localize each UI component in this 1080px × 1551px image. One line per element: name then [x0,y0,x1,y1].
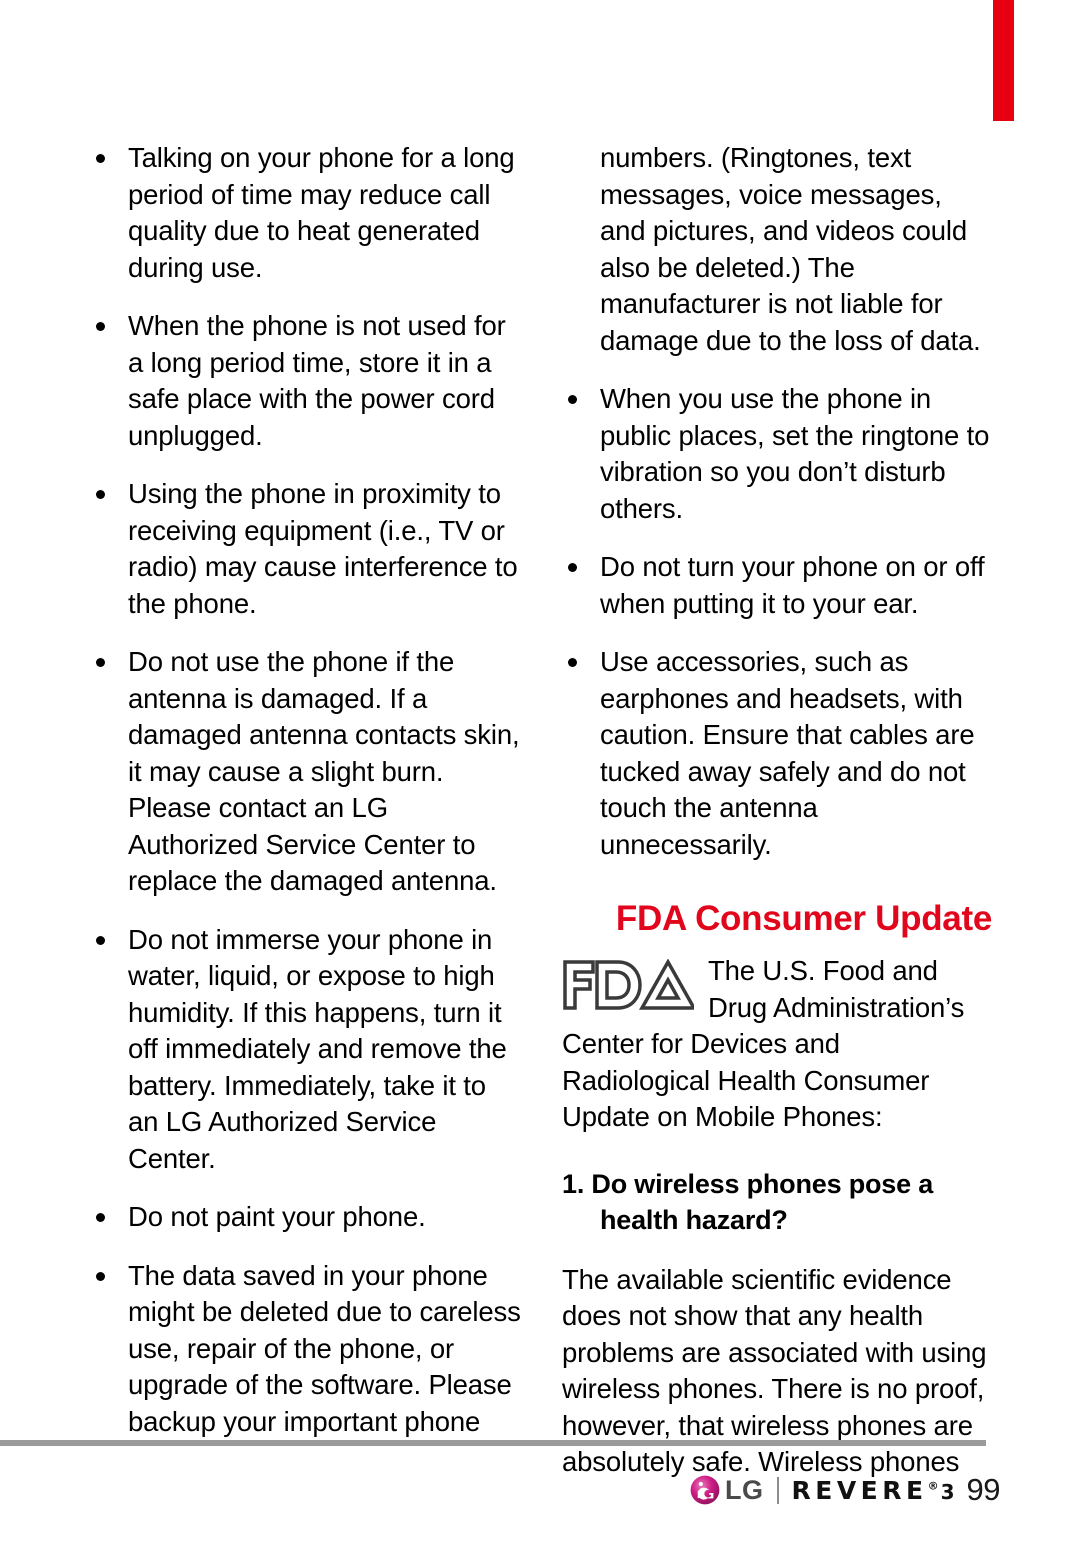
bullet-icon [96,935,105,945]
list-item-text: Do not use the phone if the antenna is d… [128,646,520,896]
bullet-icon [96,154,105,163]
list-item-text: When you use the phone in public places,… [600,383,990,524]
bullet-icon [96,658,105,667]
bullet-icon [96,490,105,499]
list-item-text: Do not turn your phone on or off when pu… [600,551,985,619]
registered-trademark-icon: ® [927,1479,939,1493]
bullet-icon [568,658,577,667]
revere-generation: 3 [940,1479,955,1504]
list-item: Use accessories, such as earphones and h… [562,644,994,863]
footer-branding: LG REVERE® 3 99 [0,1464,1001,1516]
revere-wordmark: REVERE® 3 [792,1476,955,1505]
list-item: Do not paint your phone. [90,1199,522,1236]
revere-text: REVERE [791,1475,928,1505]
list-item: Do not turn your phone on or off when pu… [562,549,994,622]
list-item-text: Do not immerse your phone in water, liqu… [128,923,507,1174]
list-item: When you use the phone in public places,… [562,381,994,527]
left-column: Talking on your phone for a long period … [90,140,522,1462]
bullet-icon [96,322,105,331]
list-item-text: When the phone is not used for a long pe… [128,310,506,451]
lg-logo-icon [690,1475,720,1505]
brand-separator [776,1476,779,1504]
section-heading-fda-consumer-update: FDA Consumer Update [615,899,992,938]
list-item-text: Using the phone in proximity to receivin… [128,478,518,619]
list-item-text: Do not paint your phone. [128,1201,426,1232]
list-item: Talking on your phone for a long period … [90,140,522,286]
fda-answer-paragraph: The available scientific evidence does n… [562,1263,987,1478]
list-item-text: Talking on your phone for a long period … [128,142,515,283]
list-item: Do not use the phone if the antenna is d… [90,644,522,900]
continuation-paragraph: numbers. (Ringtones, text messages, voic… [600,142,981,356]
page-content: Talking on your phone for a long period … [0,0,1080,1477]
list-item-text: The data saved in your phone might be de… [128,1259,521,1437]
list-item: Using the phone in proximity to receivin… [90,476,522,622]
bullet-icon [568,395,577,404]
list-item: Do not immerse your phone in water, liqu… [90,922,522,1178]
list-item: When the phone is not used for a long pe… [90,308,522,454]
fda-logo-icon [563,959,694,1010]
bullet-icon [96,1213,105,1222]
page-number: 99 [966,1472,1001,1507]
list-item: The data saved in your phone might be de… [90,1258,522,1441]
footer-divider [0,1440,986,1446]
bullet-icon [568,563,577,572]
right-column: numbers. (Ringtones, text messages, voic… [562,140,994,1481]
fda-intro-paragraph: The U.S. Food and Drug Administration’s … [562,953,994,1136]
fda-question-heading: 1. Do wireless phones pose a health haza… [562,1168,934,1235]
list-item-text: Use accessories, such as earphones and h… [600,646,975,860]
bullet-icon [96,1271,105,1281]
lg-wordmark: LG [725,1474,764,1505]
